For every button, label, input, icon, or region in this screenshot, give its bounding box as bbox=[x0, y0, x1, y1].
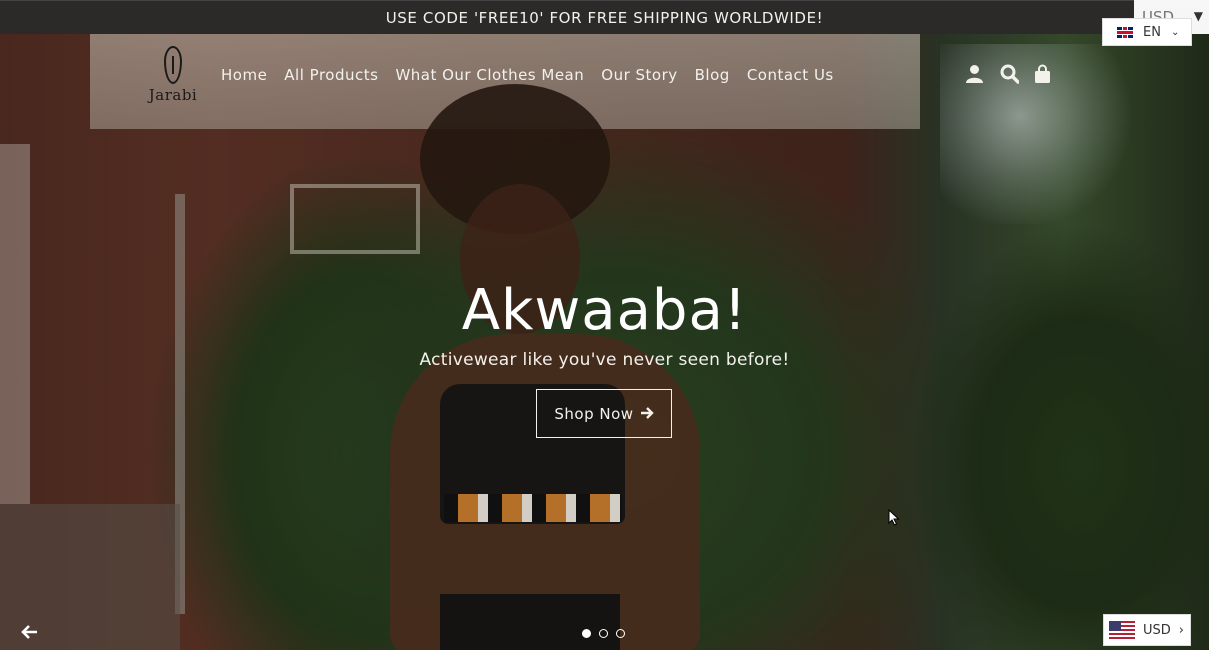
main-nav: Home All Products What Our Clothes Mean … bbox=[221, 66, 851, 84]
chevron-down-icon: ▼ bbox=[1193, 9, 1203, 23]
currency-selector-bottom[interactable]: USD › bbox=[1103, 614, 1191, 646]
currency-bottom-label: USD bbox=[1143, 622, 1171, 638]
previous-slide-arrow-icon[interactable] bbox=[20, 624, 40, 642]
announcement-text: USE CODE 'FREE10' FOR FREE SHIPPING WORL… bbox=[385, 8, 824, 27]
nav-item-blog[interactable]: Blog bbox=[695, 66, 730, 84]
search-icon[interactable] bbox=[1000, 64, 1020, 84]
slide-indicators bbox=[582, 629, 625, 638]
uk-flag-icon bbox=[1117, 26, 1133, 38]
mouse-cursor-icon bbox=[888, 508, 900, 526]
us-flag-icon bbox=[1109, 621, 1135, 639]
nav-item-home[interactable]: Home bbox=[221, 66, 267, 84]
account-icon[interactable] bbox=[966, 64, 983, 84]
language-selector[interactable]: EN ⌄ bbox=[1102, 18, 1192, 46]
shop-now-label: Shop Now bbox=[554, 404, 634, 423]
slide-dot-3[interactable] bbox=[616, 629, 625, 638]
chevron-down-icon: ⌄ bbox=[1170, 26, 1180, 38]
shop-now-button[interactable]: Shop Now bbox=[536, 389, 672, 438]
hero-title: Akwaaba! bbox=[461, 278, 748, 343]
header-icons bbox=[966, 64, 1051, 84]
logo-text: Jarabi bbox=[148, 86, 198, 104]
cart-icon[interactable] bbox=[1034, 64, 1051, 84]
hero-subtitle: Activewear like you've never seen before… bbox=[419, 350, 790, 370]
nav-item-what-our-clothes-mean[interactable]: What Our Clothes Mean bbox=[395, 66, 584, 84]
language-code: EN bbox=[1143, 24, 1161, 40]
logo-mark-icon bbox=[164, 46, 182, 84]
slide-dot-1[interactable] bbox=[582, 629, 591, 638]
arrow-right-icon bbox=[640, 405, 654, 423]
nav-item-contact-us[interactable]: Contact Us bbox=[747, 66, 834, 84]
chevron-right-icon: › bbox=[1178, 622, 1184, 638]
nav-item-our-story[interactable]: Our Story bbox=[601, 66, 677, 84]
site-header: Jarabi Home All Products What Our Clothe… bbox=[0, 34, 1209, 124]
slide-dot-2[interactable] bbox=[599, 629, 608, 638]
announcement-bar: USE CODE 'FREE10' FOR FREE SHIPPING WORL… bbox=[0, 0, 1209, 34]
nav-item-all-products[interactable]: All Products bbox=[284, 66, 378, 84]
site-logo[interactable]: Jarabi bbox=[144, 46, 202, 108]
